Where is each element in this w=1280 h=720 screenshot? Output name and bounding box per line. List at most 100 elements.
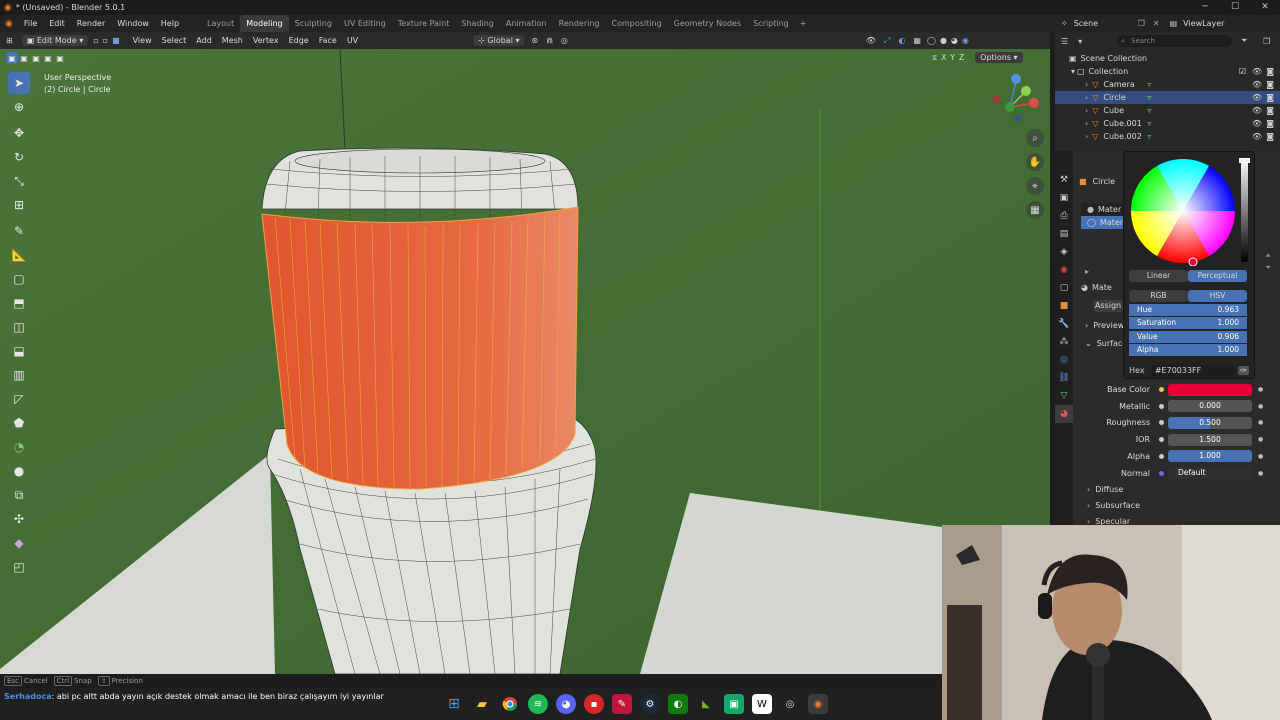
mirror-x[interactable]: X (941, 53, 946, 62)
scale-tool-icon[interactable]: ⤡ (8, 170, 30, 192)
ior-field[interactable]: 1.500 (1168, 433, 1252, 446)
smooth-tool-icon[interactable]: ● (8, 460, 30, 482)
visibility-eye-icon[interactable]: 👁 (1252, 93, 1262, 102)
outliner-search-field[interactable]: ⌕ Search (1117, 35, 1232, 47)
workspace-tab-shading[interactable]: Shading (455, 15, 500, 32)
file-explorer-icon[interactable]: ▰ (472, 694, 492, 714)
mesh-data-icon[interactable]: ▿ (1147, 132, 1151, 141)
keyframe-dot-icon[interactable]: ● (1258, 436, 1263, 443)
perspective-grid-icon[interactable]: ▦ (1026, 201, 1044, 219)
color-model-rgb-button[interactable]: RGB (1129, 290, 1188, 302)
physics-tab-icon[interactable]: ◎ (1055, 351, 1073, 369)
display-mode-icon[interactable]: ▾ (1074, 37, 1086, 46)
color-space-perceptual-button[interactable]: Perceptual (1188, 270, 1247, 282)
alpha-field[interactable]: 1.000 (1168, 450, 1252, 463)
blender-menu-icon[interactable]: ◉ (0, 19, 18, 29)
socket-dot-icon[interactable] (1159, 437, 1164, 443)
keyframe-dot-icon[interactable]: ● (1258, 419, 1263, 426)
filter-icon[interactable]: ⏷ (1241, 36, 1247, 46)
editor-type-icon[interactable]: ⊞ (0, 36, 19, 45)
loop-cut-tool-icon[interactable]: ▥ (8, 364, 30, 386)
gizmo-y-icon[interactable] (1021, 86, 1031, 96)
bevel-tool-icon[interactable]: ⬓ (8, 340, 30, 362)
keyframe-dot-icon[interactable]: ● (1258, 453, 1263, 460)
gizmo-z-icon[interactable] (1011, 74, 1021, 84)
pen-app-icon[interactable]: ✎ (612, 694, 632, 714)
viewport-scene[interactable] (0, 49, 1050, 674)
knife-tool-icon[interactable]: ◸ (8, 388, 30, 410)
viewport-menu-face[interactable]: Face (314, 36, 342, 45)
outliner-item-camera[interactable]: › ▽ Camera ▿ 👁 ◙ (1055, 78, 1280, 91)
output-tab-icon[interactable]: ⎙ (1055, 207, 1073, 225)
menu-edit[interactable]: Edit (43, 15, 71, 32)
shading-solid-icon[interactable]: ● (938, 36, 949, 45)
scene-tab-icon[interactable]: ◈ (1055, 243, 1073, 261)
gizmo-neg-x-icon[interactable] (992, 95, 1000, 103)
select-subtract-icon[interactable]: ▣ (30, 52, 42, 64)
slider-saturation[interactable]: Saturation 1.000 (1129, 317, 1247, 330)
rip-tool-icon[interactable]: ◰ (8, 556, 30, 578)
face-select-icon[interactable]: ■ (110, 36, 122, 45)
workspace-tab-layout[interactable]: Layout (201, 15, 240, 32)
base-color-swatch[interactable] (1168, 383, 1252, 396)
mirror-y[interactable]: Y (950, 53, 955, 62)
mesh-data-icon[interactable]: ▿ (1147, 93, 1151, 102)
shading-material-icon[interactable]: ◕ (949, 36, 960, 45)
add-cube-tool-icon[interactable]: ▢ (8, 268, 30, 290)
maximize-button[interactable]: ☐ (1220, 0, 1250, 15)
new-collection-icon[interactable]: ❐ (1263, 37, 1270, 46)
material-browse-icon[interactable]: ◕ (1081, 283, 1088, 292)
assign-button[interactable]: Assign (1093, 300, 1123, 312)
outliner-item-cube-001[interactable]: › ▽ Cube.001 ▿ 👁 ◙ (1055, 117, 1280, 130)
socket-dot-icon[interactable] (1159, 470, 1164, 476)
visibility-eye-icon[interactable]: 👁 (1252, 132, 1262, 141)
object-tab-icon[interactable]: ■ (1055, 297, 1073, 315)
hex-input[interactable]: #E70033FF (1150, 365, 1236, 376)
slider-hue[interactable]: Hue 0.963 (1129, 304, 1247, 316)
expand-collection-icon[interactable]: ▾ (1055, 67, 1077, 76)
gizmo-x-icon[interactable] (1029, 98, 1039, 108)
socket-dot-icon[interactable] (1159, 453, 1164, 459)
menu-file[interactable]: File (18, 15, 43, 32)
section-diffuse[interactable]: › Diffuse (1087, 483, 1123, 496)
scene-name[interactable]: Scene (1074, 19, 1134, 28)
surface-panel-header[interactable]: ⌄ Surface (1085, 339, 1127, 348)
view-layer-name[interactable]: ViewLayer (1183, 19, 1224, 28)
keyframe-dot-icon[interactable]: ● (1258, 386, 1263, 393)
mode-dropdown[interactable]: ▣ Edit Mode ▾ (21, 35, 89, 46)
color-wheel-cursor-icon[interactable] (1188, 257, 1198, 266)
viewport-menu-add[interactable]: Add (191, 36, 217, 45)
move-tool-icon[interactable]: ✥ (8, 122, 30, 144)
edge-slide-tool-icon[interactable]: ⧉ (8, 484, 30, 506)
workspace-tab-sculpting[interactable]: Sculpting (289, 15, 338, 32)
workspace-tab-texture-paint[interactable]: Texture Paint (392, 15, 456, 32)
proportional-edit-icon[interactable]: ◎ (557, 36, 572, 45)
keyframe-dot-icon[interactable]: ● (1258, 403, 1263, 410)
scroll-up-icon[interactable]: ⏶ (1265, 251, 1271, 261)
visibility-eye-icon[interactable]: 👁 (1252, 119, 1262, 128)
add-workspace-icon[interactable]: + (795, 19, 812, 28)
orientation-dropdown[interactable]: ⊹ Global ▾ (473, 35, 525, 46)
particles-tab-icon[interactable]: ⁂ (1055, 333, 1073, 351)
menu-help[interactable]: Help (155, 15, 185, 32)
workspace-tab-compositing[interactable]: Compositing (606, 15, 668, 32)
render-camera-icon[interactable]: ◙ (1266, 106, 1274, 115)
color-wheel[interactable] (1128, 156, 1238, 266)
scene-collection-row[interactable]: ▣ Scene Collection (1055, 52, 1280, 65)
section-subsurface[interactable]: › Subsurface (1087, 499, 1140, 512)
collection-tab-icon[interactable]: ▢ (1055, 279, 1073, 297)
tool-tab-icon[interactable]: ⚒ (1055, 171, 1073, 189)
collection-row[interactable]: ▾ ▢ Collection ☑ 👁 ◙ (1055, 65, 1280, 78)
options-dropdown[interactable]: Options ▾ (975, 52, 1023, 63)
menu-render[interactable]: Render (71, 15, 111, 32)
material-selector[interactable]: ◕ Mate (1081, 283, 1112, 292)
steam-icon[interactable]: ⚙ (640, 694, 660, 714)
value-slider[interactable] (1241, 158, 1248, 262)
outliner-item-circle[interactable]: › ▽ Circle ▿ 👁 ◙ (1055, 91, 1280, 104)
render-camera-icon[interactable]: ◙ (1266, 93, 1274, 102)
color-picker-popup[interactable]: Linear Perceptual RGB HSV Hue 0.963 Saturati… (1123, 151, 1255, 379)
slider-alpha[interactable]: Alpha 1.000 (1129, 343, 1247, 356)
outliner-item-cube[interactable]: › ▽ Cube ▿ 👁 ◙ (1055, 104, 1280, 117)
wacom-icon[interactable]: W (752, 694, 772, 714)
visibility-eye-icon[interactable]: 👁 (1252, 80, 1262, 89)
